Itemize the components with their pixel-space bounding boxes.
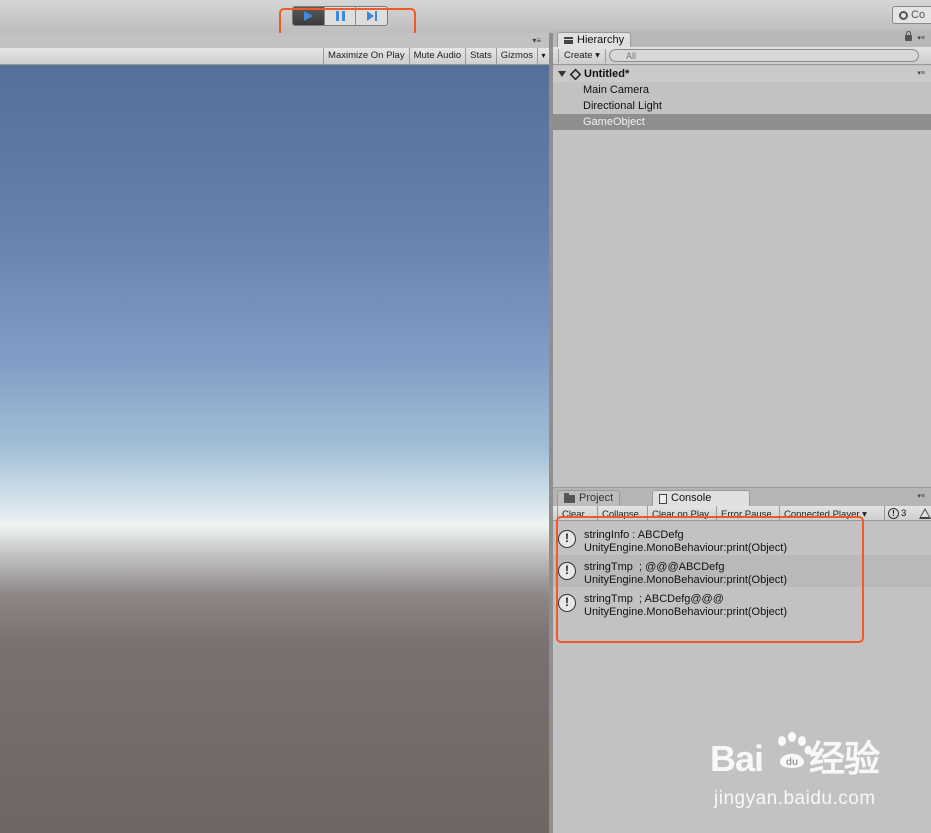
warning-filter-icon[interactable] [919, 508, 931, 519]
scene-menu-icon[interactable]: ▾≡ [917, 69, 925, 77]
main-toolbar: Co [0, 0, 931, 33]
tab-project-label: Project [579, 492, 614, 504]
svg-text:du: du [786, 757, 798, 768]
hierarchy-item-main-camera[interactable]: Main Camera [553, 82, 931, 98]
tab-hierarchy[interactable]: Hierarchy [557, 32, 632, 48]
game-view-viewport[interactable] [0, 65, 549, 833]
list-icon [564, 37, 573, 44]
hierarchy-list: Untitled* ▾≡ Main Camera Directional Lig… [553, 65, 931, 487]
unity-scene-icon [569, 68, 582, 80]
tab-project[interactable]: Project [557, 490, 621, 506]
create-dropdown[interactable]: Create ▾ [558, 49, 606, 63]
watermark-url: jingyan.baidu.com [714, 788, 876, 809]
collab-button[interactable]: Co [892, 6, 931, 24]
log-filter-toggle[interactable]: ! 3 [884, 506, 907, 520]
log-count: 3 [901, 508, 907, 519]
hierarchy-item-gameobject[interactable]: GameObject [553, 114, 931, 130]
panel-menu-icon[interactable]: ▾≡ [532, 36, 541, 45]
lock-icon[interactable] [905, 31, 912, 41]
game-tab-strip: ▾≡ [0, 33, 549, 48]
console-icon [659, 493, 667, 504]
tab-console[interactable]: Console [652, 490, 750, 506]
folder-icon [564, 492, 575, 503]
console-entries-highlight [556, 516, 864, 643]
baidu-jingyan-watermark: Bai 经验 du jingyan.baidu.com [710, 730, 900, 810]
console-tab-bar: Project Console ▾≡ [553, 487, 931, 506]
hierarchy-tab-bar: Hierarchy ▾≡ [553, 30, 931, 48]
stats-toggle[interactable]: Stats [465, 48, 496, 65]
gizmos-toggle[interactable]: Gizmos [495, 48, 537, 65]
hierarchy-toolbar: Create ▾ [553, 47, 931, 65]
maximize-on-play-toggle[interactable]: Maximize On Play [323, 48, 409, 65]
log-icon: ! [888, 508, 899, 519]
hierarchy-item-directional-light[interactable]: Directional Light [553, 98, 931, 114]
collab-icon [899, 10, 908, 20]
scene-row[interactable]: Untitled* ▾≡ [553, 66, 931, 82]
console-menu-icon[interactable]: ▾≡ [917, 492, 925, 500]
hierarchy-menu-icon[interactable]: ▾≡ [917, 34, 925, 42]
tab-console-label: Console [671, 492, 712, 504]
hierarchy-search-input[interactable] [609, 49, 919, 62]
mute-audio-toggle[interactable]: Mute Audio [408, 48, 466, 65]
paw-logo-icon: du [778, 732, 812, 768]
collab-label: Co [911, 9, 926, 21]
chevron-down-icon[interactable] [558, 71, 566, 77]
gizmos-dropdown-icon[interactable]: ▾ [537, 48, 549, 64]
scene-name: Untitled* [584, 68, 630, 80]
game-view-toolbar: Maximize On Play Mute Audio Stats Gizmos… [0, 48, 549, 65]
tab-hierarchy-label: Hierarchy [577, 34, 625, 46]
